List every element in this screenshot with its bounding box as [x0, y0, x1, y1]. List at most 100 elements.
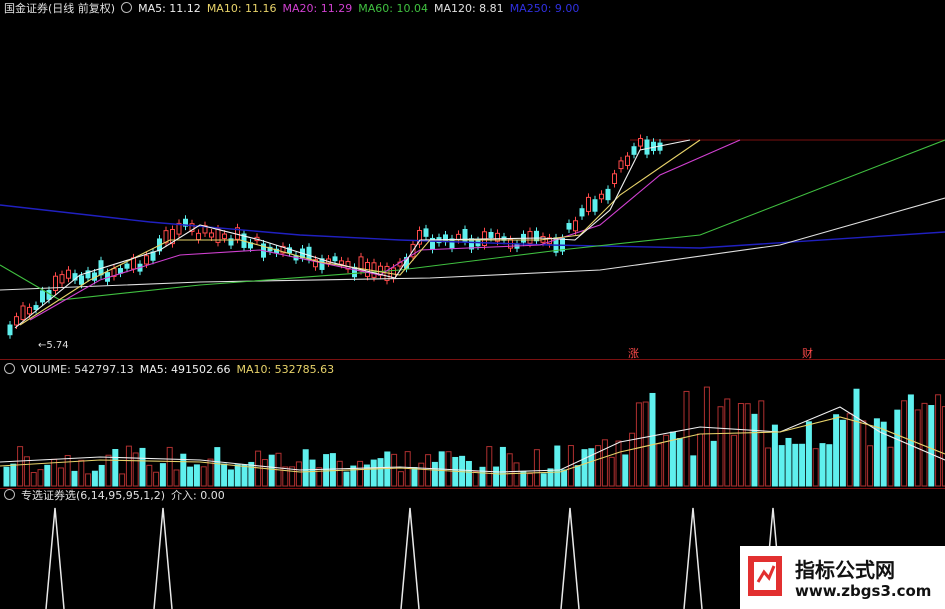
volume-bar	[465, 460, 472, 487]
volume-bar	[690, 455, 697, 487]
volume-bar	[241, 464, 248, 487]
candle	[566, 223, 572, 230]
signal-spike	[153, 507, 173, 609]
candle	[443, 234, 448, 243]
settings-circle-icon[interactable]	[121, 2, 133, 13]
candle	[612, 173, 617, 184]
volume-bar	[894, 409, 901, 487]
volume-legend: VOLUME: 542797.13 MA5: 491502.66 MA10: 532…	[4, 363, 340, 377]
price-chart-pane[interactable]: 国金证券(日线 前复权) MA5: 11.12 MA10: 11.16 MA20: 1…	[0, 0, 945, 360]
volume-bar	[805, 421, 812, 487]
volume-bar	[622, 454, 629, 487]
volume-bar	[737, 402, 744, 487]
volume-bar	[649, 392, 656, 487]
volume-bar	[717, 406, 724, 487]
volume-bar	[561, 469, 568, 487]
candle	[638, 138, 643, 147]
ma60-label: MA60: 10.04	[358, 2, 428, 15]
watermark-title: 指标公式网	[795, 558, 895, 582]
candle	[488, 231, 494, 238]
ma10-label: MA10: 11.16	[206, 2, 277, 15]
candle	[527, 231, 533, 244]
candle	[33, 305, 39, 310]
price-chart[interactable]	[0, 0, 945, 358]
volume-bar	[663, 434, 670, 487]
volume-bar	[200, 466, 207, 487]
volume-bar	[44, 464, 51, 487]
watermark-banner: 指标公式网 www.zbgs3.com	[740, 546, 945, 609]
volume-bar	[125, 445, 132, 487]
volume-bar	[37, 469, 44, 487]
volume-bar	[370, 459, 377, 487]
candle	[144, 255, 149, 265]
volume-bar	[187, 466, 194, 487]
volume-bar	[935, 394, 942, 487]
volume-bar	[64, 454, 71, 487]
volume-bar	[771, 424, 778, 487]
volume-bar	[547, 468, 554, 487]
volume-bar	[71, 470, 78, 487]
volume-bar	[472, 470, 479, 487]
volume-bar	[867, 445, 874, 487]
candle	[59, 274, 65, 284]
volume-bar	[78, 459, 85, 487]
candle	[605, 188, 611, 201]
volume-bar	[880, 421, 887, 487]
volume-pane[interactable]: VOLUME: 542797.13 MA5: 491502.66 MA10: 532…	[0, 362, 945, 488]
volume-bar	[846, 413, 853, 487]
settings-circle-icon[interactable]	[4, 363, 15, 374]
settings-circle-icon[interactable]	[4, 489, 15, 500]
candle	[118, 268, 123, 274]
ma10-line	[19, 139, 701, 326]
candle	[332, 256, 338, 262]
candle	[79, 275, 84, 285]
candle	[339, 260, 344, 265]
signal-spike	[400, 507, 420, 609]
candle	[222, 233, 227, 240]
stock-title: 国金证券(日线 前复权)	[4, 2, 116, 15]
volume-bar	[785, 437, 792, 487]
volume-bar	[826, 444, 833, 487]
volume-bar	[295, 461, 302, 487]
volume-bar	[642, 401, 649, 487]
ma20-line	[29, 139, 741, 321]
volume-bar	[635, 402, 642, 487]
volume-bar	[839, 419, 846, 487]
volume-bar	[486, 446, 493, 487]
volume-value: VOLUME: 542797.13	[21, 363, 134, 376]
volume-bar	[139, 447, 146, 487]
volume-bar	[316, 467, 323, 487]
indicator-name: 专选证券选(6,14,95,95,1,2)	[21, 489, 166, 502]
volume-bar	[765, 447, 772, 487]
candle	[625, 155, 630, 166]
volume-bar	[329, 453, 336, 487]
volume-bar	[928, 405, 935, 487]
candle	[592, 199, 598, 212]
site-logo-icon	[748, 556, 782, 596]
volume-chart[interactable]	[0, 362, 945, 488]
price-legend: 国金证券(日线 前复权) MA5: 11.12 MA10: 11.16 MA20: 1…	[4, 2, 585, 16]
volume-bar	[397, 471, 404, 487]
volume-bar	[540, 473, 547, 487]
volume-bar	[758, 400, 765, 487]
volume-bar	[887, 446, 894, 487]
volume-bar	[601, 439, 608, 487]
candle	[209, 232, 214, 238]
vol-ma5-label: MA5: 491502.66	[139, 363, 231, 376]
indicator-value: 介入: 0.00	[171, 489, 225, 502]
volume-bar	[853, 388, 860, 487]
candle	[644, 139, 650, 155]
candle	[66, 269, 71, 279]
candle	[631, 146, 637, 155]
volume-bar	[391, 453, 398, 487]
indicator-legend: 专选证券选(6,14,95,95,1,2) 介入: 0.00	[4, 489, 231, 503]
volume-bar	[499, 446, 506, 487]
volume-bar	[112, 449, 119, 487]
volume-bar	[479, 466, 486, 487]
volume-bar	[166, 446, 173, 487]
volume-bar	[418, 462, 425, 487]
candle	[651, 141, 656, 152]
volume-bar	[533, 449, 540, 487]
ma5-label: MA5: 11.12	[138, 2, 201, 15]
candle	[20, 305, 26, 321]
